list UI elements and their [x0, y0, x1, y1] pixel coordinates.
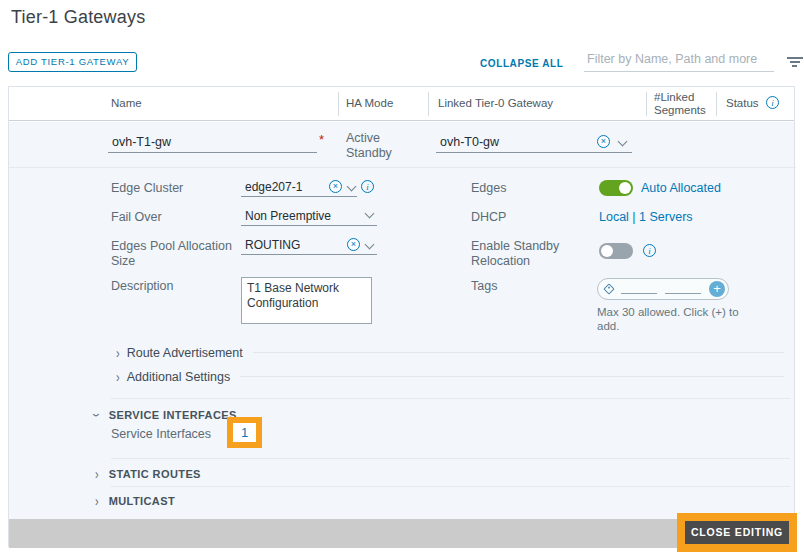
filter-field[interactable] — [584, 47, 774, 72]
standby-relocation-toggle[interactable] — [599, 243, 633, 259]
section-title: STATIC ROUTES — [109, 468, 201, 480]
name-input[interactable]: ovh-T1-gw — [108, 131, 317, 153]
tags-input[interactable]: + — [597, 278, 729, 300]
annotation-highlight-box: CLOSE EDITING — [677, 513, 797, 552]
service-interfaces-count-link[interactable]: 1 — [241, 425, 248, 440]
fail-over-label: Fail Over — [111, 210, 162, 225]
gateways-table: Name HA Mode Linked Tier-0 Gateway #Link… — [8, 86, 795, 547]
chevron-down-icon[interactable] — [347, 182, 357, 192]
clear-selection-icon[interactable]: × — [329, 180, 342, 193]
pool-label: Edges Pool Allocation Size — [111, 239, 237, 269]
col-linked-segments: #Linked Segments — [654, 91, 712, 117]
clear-selection-icon[interactable]: × — [347, 238, 360, 251]
tag-name-input[interactable] — [621, 293, 657, 294]
clear-selection-icon[interactable]: × — [597, 135, 610, 148]
edges-label: Edges — [471, 181, 506, 196]
section-title: SERVICE INTERFACES — [109, 409, 237, 421]
tags-label: Tags — [471, 279, 497, 294]
standby-label: Enable Standby Relocation — [471, 239, 583, 269]
add-tier1-gateway-button[interactable]: ADD TIER-1 GATEWAY — [8, 52, 137, 72]
section-route-advertisement[interactable]: › Route Advertisement — [116, 345, 784, 360]
edge-cluster-info-icon[interactable]: i — [361, 180, 374, 193]
chevron-down-icon[interactable] — [365, 240, 375, 250]
page-title: Tier-1 Gateways — [11, 7, 145, 28]
close-editing-button[interactable]: CLOSE EDITING — [685, 521, 789, 544]
chevron-down-icon[interactable] — [365, 209, 375, 219]
tag-scope-input[interactable] — [665, 293, 701, 294]
required-asterisk: * — [319, 132, 324, 147]
pool-select[interactable]: ROUTING × — [241, 235, 377, 255]
col-ha-mode: HA Mode — [346, 97, 393, 109]
description-textarea[interactable]: T1 Base Network Configuration — [241, 277, 372, 324]
chevron-right-icon: › — [95, 466, 99, 482]
edges-toggle[interactable] — [599, 180, 633, 196]
section-title: Route Advertisement — [127, 346, 243, 360]
edge-cluster-label: Edge Cluster — [111, 181, 183, 196]
standby-info-icon[interactable]: i — [643, 244, 656, 257]
service-interfaces-label: Service Interfaces — [111, 427, 211, 442]
chevron-right-icon: › — [116, 369, 120, 385]
edge-cluster-select[interactable]: edge207-1 × — [241, 177, 357, 197]
edge-cluster-value: edge207-1 — [241, 180, 302, 194]
gateway-edit-row: ovh-T1-gw * Active Standby ovh-T0-gw × E… — [9, 122, 794, 519]
section-static-routes[interactable]: › STATIC ROUTES — [95, 466, 201, 481]
dhcp-label: DHCP — [471, 210, 506, 225]
fail-over-select[interactable]: Non Preemptive — [241, 206, 377, 226]
section-title: Additional Settings — [127, 370, 231, 384]
section-additional-settings[interactable]: › Additional Settings — [116, 369, 784, 384]
chevron-right-icon: › — [95, 493, 99, 509]
add-tag-icon[interactable]: + — [709, 281, 725, 297]
fail-over-value: Non Preemptive — [241, 209, 331, 223]
table-header: Name HA Mode Linked Tier-0 Gateway #Link… — [9, 87, 794, 121]
name-value: ovh-T1-gw — [108, 135, 171, 149]
section-multicast[interactable]: › MULTICAST — [95, 493, 175, 508]
col-status: Status — [726, 97, 759, 109]
auto-allocated-link[interactable]: Auto Allocated — [641, 181, 721, 195]
annotation-highlight-box: 1 — [227, 417, 262, 448]
chevron-down-icon[interactable] — [618, 137, 628, 147]
section-title: MULTICAST — [109, 495, 175, 507]
filter-input[interactable] — [584, 47, 774, 71]
tag-icon — [603, 283, 614, 294]
col-name: Name — [111, 97, 142, 109]
pool-value: ROUTING — [241, 238, 300, 252]
description-label: Description — [111, 279, 174, 294]
linked-tier0-value: ovh-T0-gw — [436, 135, 499, 149]
linked-tier0-select[interactable]: ovh-T0-gw × — [436, 131, 632, 153]
collapse-all-link[interactable]: COLLAPSE ALL — [480, 58, 564, 69]
tags-hint: Max 30 allowed. Click (+) to add. — [597, 306, 755, 333]
filter-icon[interactable] — [786, 57, 803, 69]
section-service-interfaces[interactable]: › SERVICE INTERFACES — [95, 407, 237, 422]
chevron-right-icon: › — [116, 345, 120, 361]
col-linked-tier0: Linked Tier-0 Gateway — [438, 97, 553, 109]
status-info-icon[interactable]: i — [766, 96, 779, 109]
dhcp-link[interactable]: Local | 1 Servers — [599, 210, 693, 224]
chevron-down-icon: › — [89, 413, 105, 417]
ha-mode-value: Active Standby — [346, 131, 406, 161]
